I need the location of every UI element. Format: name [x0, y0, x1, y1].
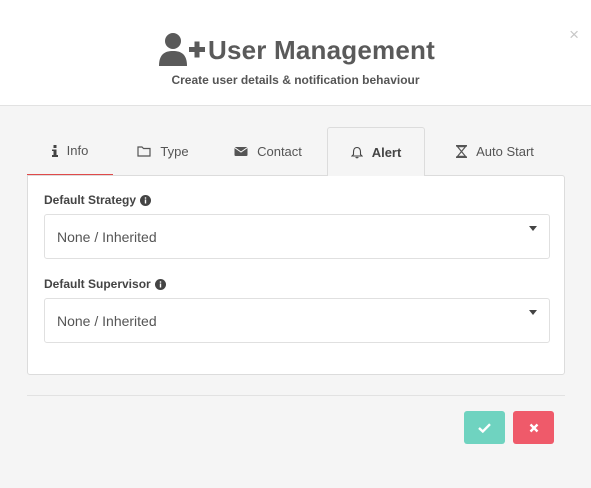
- cancel-button[interactable]: [513, 411, 554, 444]
- default-supervisor-select[interactable]: None / Inherited: [44, 298, 550, 343]
- footer-divider: [27, 395, 565, 396]
- tab-label: Type: [160, 143, 189, 159]
- field-label-text: Default Strategy: [44, 193, 137, 207]
- field-label-text: Default Supervisor: [44, 277, 151, 291]
- tab-type[interactable]: Type: [119, 127, 207, 175]
- dialog-title: User Management: [208, 34, 435, 65]
- select-value: None / Inherited: [57, 312, 157, 329]
- user-plus-icon: [159, 33, 205, 66]
- info-circle-icon[interactable]: [154, 278, 166, 290]
- tab-bar: Info Type Contact Alert Auto Start: [27, 127, 565, 176]
- tab-label: Contact: [257, 143, 302, 159]
- times-icon: [529, 423, 538, 432]
- folder-icon: [137, 145, 152, 157]
- tab-label: Info: [66, 143, 89, 158]
- default-strategy-select[interactable]: None / Inherited: [44, 214, 550, 259]
- tab-alert[interactable]: Alert: [327, 127, 425, 176]
- tab-label: Alert: [371, 144, 402, 160]
- hourglass-icon: [456, 144, 468, 158]
- caret-down-icon: [529, 310, 537, 315]
- tab-contact[interactable]: Contact: [223, 127, 313, 175]
- bell-icon: [350, 146, 363, 159]
- caret-down-icon: [529, 226, 537, 231]
- alert-panel: Default Strategy None / Inherited Defaul…: [27, 175, 565, 375]
- tab-label: Auto Start: [476, 143, 534, 159]
- confirm-button[interactable]: [464, 411, 505, 444]
- check-icon: [478, 422, 491, 433]
- tab-auto-start[interactable]: Auto Start: [439, 127, 551, 175]
- info-icon: [51, 144, 58, 157]
- envelope-icon: [234, 146, 248, 157]
- select-value: None / Inherited: [57, 228, 157, 245]
- default-strategy-label: Default Strategy: [44, 193, 152, 207]
- tab-info[interactable]: Info: [27, 127, 113, 176]
- title-row: User Management: [158, 30, 435, 70]
- close-button[interactable]: ×: [569, 26, 579, 44]
- dialog-subtitle: Create user details & notification behav…: [171, 73, 420, 87]
- info-circle-icon[interactable]: [140, 194, 152, 206]
- dialog-header: User Management Create user details & no…: [0, 0, 591, 106]
- default-supervisor-label: Default Supervisor: [44, 277, 166, 291]
